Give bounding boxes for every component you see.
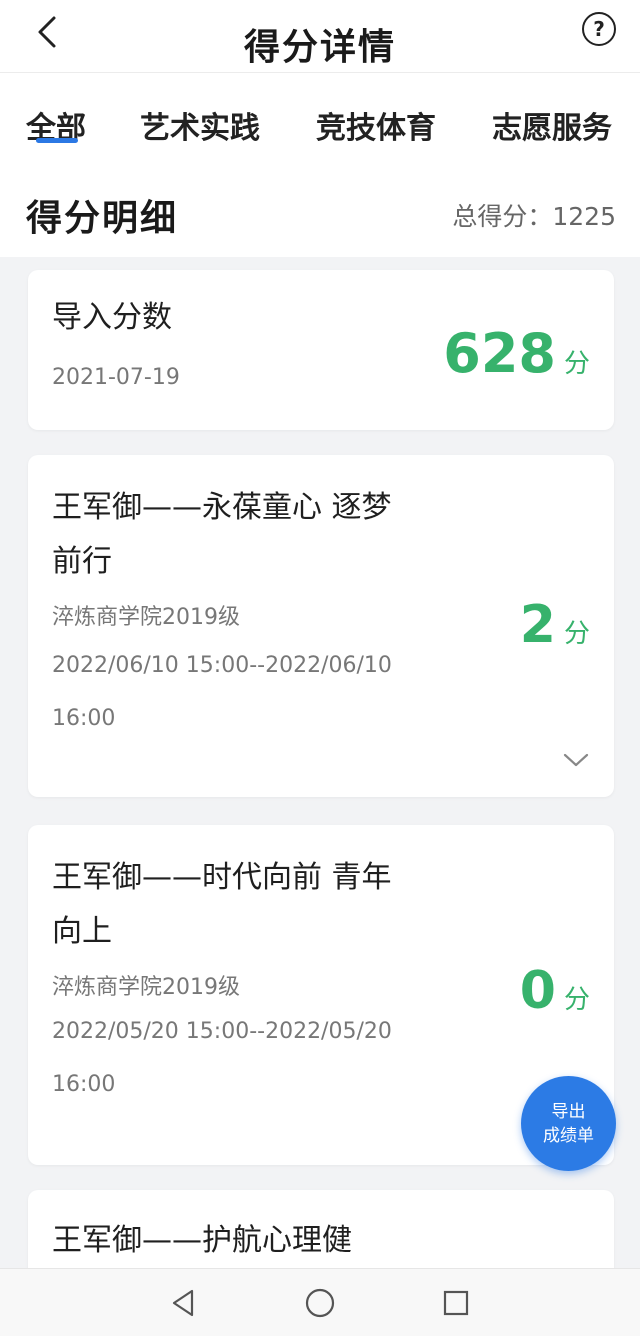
fab-label-line2: 成绩单 — [543, 1125, 594, 1146]
score-value: 628 — [443, 322, 556, 385]
record-score: 2分 — [520, 595, 590, 655]
record-score: 628 分 — [443, 322, 590, 385]
score-unit: 分 — [563, 985, 590, 1015]
fab-label-line1: 导出 — [551, 1101, 586, 1122]
record-time: 2022/06/10 15:00--2022/06/10 16:00 — [52, 653, 392, 731]
nav-back-button[interactable] — [166, 1285, 202, 1321]
record-title: 王军御——时代向前 青年向上 — [52, 860, 392, 949]
record-title: 导入分数 — [52, 300, 172, 335]
score-card-import[interactable]: 导入分数 2021-07-19 628 分 — [28, 270, 614, 430]
record-title: 王军御——永葆童心 逐梦前行 — [52, 490, 392, 579]
export-transcript-button[interactable]: 导出 成绩单 — [521, 1076, 616, 1171]
record-time: 2022/05/20 15:00--2022/05/20 16:00 — [52, 1019, 392, 1097]
tab-volunteer[interactable]: 志愿服务 — [492, 103, 612, 147]
record-date: 2021-07-19 — [52, 365, 180, 390]
tab-art-practice[interactable]: 艺术实践 — [140, 103, 260, 147]
record-title: 王军御——护航心理健 — [52, 1223, 352, 1258]
nav-recents-button[interactable] — [438, 1285, 474, 1321]
score-unit: 分 — [563, 349, 590, 379]
triangle-back-icon — [172, 1289, 194, 1317]
record-organizer: 淬炼商学院2019级 — [52, 605, 240, 630]
help-button[interactable]: ? — [582, 12, 616, 46]
tab-sports[interactable]: 竞技体育 — [316, 103, 436, 147]
section-title: 得分明细 — [26, 198, 179, 239]
total-score: 总得分：1225 — [452, 197, 616, 233]
record-organizer: 淬炼商学院2019级 — [52, 975, 240, 1000]
question-circle-icon: ? — [593, 17, 605, 41]
square-recents-icon — [443, 1290, 469, 1316]
record-score: 0分 — [520, 961, 590, 1021]
score-card-activity[interactable]: 王军御——永葆童心 逐梦前行 淬炼商学院2019级 2022/06/10 15:… — [28, 455, 614, 797]
total-score-label: 总得分： — [452, 202, 553, 231]
chevron-down-icon[interactable] — [562, 751, 590, 769]
score-unit: 分 — [563, 619, 590, 649]
header-bar: 得分详情 ? — [0, 0, 640, 73]
score-value: 0 — [519, 961, 556, 1021]
active-tab-indicator — [36, 138, 78, 143]
system-nav-bar — [0, 1268, 640, 1336]
page-title: 得分详情 — [243, 27, 396, 68]
circle-home-icon — [305, 1288, 335, 1318]
total-score-value: 1225 — [552, 202, 616, 231]
score-value: 2 — [519, 595, 556, 655]
section-header: 得分明细 总得分：1225 — [0, 177, 640, 257]
nav-home-button[interactable] — [302, 1285, 338, 1321]
